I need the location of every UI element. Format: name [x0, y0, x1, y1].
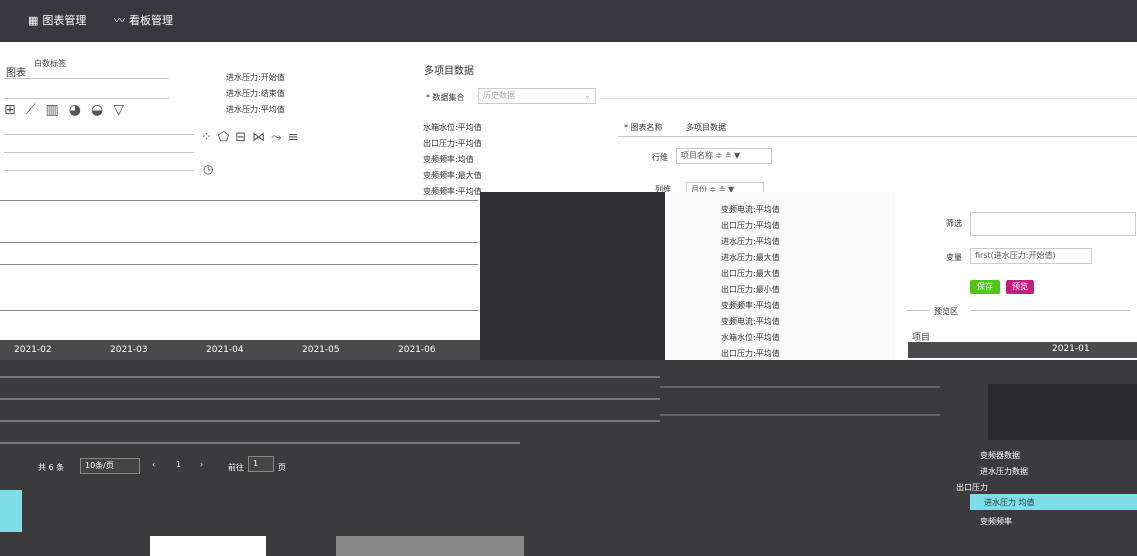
preview-section-label: 预览区 [934, 307, 958, 316]
pager-total: 共 6 条 [38, 463, 65, 472]
chart-type-panel: 图表 白数标签 ⊞⟋▥◕◒▽ [0, 42, 200, 192]
page-number[interactable]: 1 [176, 460, 181, 469]
field-list-3: 变频电流:平均值 出口压力:平均值 进水压力:平均值 进水压力:最大值 出口压力… [665, 192, 895, 367]
grid-icon: ▦ [28, 14, 39, 27]
field-item[interactable]: 水箱水位:平均值 [721, 332, 780, 343]
right-date: 2021-01 [1052, 344, 1090, 354]
row-dim-chip[interactable]: 项目名称 ≑ ≗ ▼ [676, 148, 772, 164]
field-item[interactable]: 出口压力:平均值 [423, 138, 482, 149]
tree-item[interactable]: 变频频率 [980, 516, 1012, 527]
left-highlight [0, 490, 22, 532]
page-unit: 页 [278, 463, 286, 472]
field-item[interactable]: 进水压力:最大值 [721, 252, 780, 263]
top-nav: ▦ 图表管理 〰看板管理 [0, 0, 1137, 44]
field-item[interactable]: 进水压力:开始值 [226, 72, 285, 83]
radar-icon[interactable]: ⬠ [218, 130, 235, 145]
tab-chart-manage[interactable]: ▦ 图表管理 [28, 0, 98, 44]
prev-page-icon[interactable]: ‹ [152, 460, 155, 469]
tab-board-manage[interactable]: 〰看板管理 [114, 0, 184, 42]
filter-input[interactable] [970, 212, 1136, 236]
variable-label: 变量 [946, 253, 962, 262]
goto-label: 前往 [228, 463, 244, 472]
chart-type-icons: ⊞⟋▥◕◒▽ [4, 102, 134, 118]
field-item[interactable]: 进水压力:结束值 [226, 88, 285, 99]
scatter-icon[interactable]: ⁘ [201, 130, 218, 145]
row-dim-label: 行维 [652, 153, 668, 162]
field-item[interactable]: 变频频率:平均值 [423, 186, 482, 197]
chart-label: 图表 [6, 68, 26, 79]
field-item[interactable]: 变频频率:均值 [423, 154, 474, 165]
page-size-select[interactable]: 10条/页 [80, 458, 140, 474]
gauge-icon[interactable]: ◒ [91, 102, 113, 118]
date-col: 2021-04 [206, 345, 244, 355]
field-item[interactable]: 变频频率:平均值 [721, 300, 780, 311]
field-item[interactable]: 水箱水位:平均值 [423, 122, 482, 133]
next-page-icon[interactable]: › [200, 460, 203, 469]
date-col: 2021-02 [14, 345, 52, 355]
field-item[interactable]: 变频电流:平均值 [721, 316, 780, 327]
field-item[interactable]: 进水压力:平均值 [721, 236, 780, 247]
date-col: 2021-05 [302, 345, 340, 355]
preview-button[interactable]: 预览 [1006, 280, 1034, 294]
right-label: 项目 [912, 333, 931, 343]
field-item[interactable]: 出口压力:平均值 [721, 220, 780, 231]
field-item[interactable]: 出口压力:平均值 [721, 348, 780, 359]
date-col: 2021-03 [110, 345, 148, 355]
filter-label: 筛选 [946, 219, 962, 228]
pie-chart-icon[interactable]: ◕ [69, 102, 91, 118]
date-col: 2021-06 [398, 345, 436, 355]
selected-chart[interactable]: 白数标签 [34, 58, 66, 69]
tree-icon[interactable]: ⤳ [271, 130, 287, 145]
chart-name-label: * 图表名称 [624, 123, 663, 132]
more-icons-panel: ⁘⬠⊟⋈⤳≡ ◷ [195, 122, 365, 182]
bowtie-icon[interactable]: ⋈ [252, 130, 271, 145]
dataset-label: * 数据集合 [426, 93, 465, 102]
bar-h-icon[interactable]: ⊟ [235, 130, 252, 145]
main-area: 图表 白数标签 ⊞⟋▥◕◒▽ ⁘⬠⊟⋈⤳≡ ◷ 进水压力:开始值 进水压力:结束… [0, 42, 1137, 556]
tree-item-active[interactable]: 进水压力 均值 [970, 494, 1137, 510]
field-item[interactable]: 变频电流:平均值 [721, 204, 780, 215]
field-item[interactable]: 变频频率:最大值 [423, 170, 482, 181]
field-list-2: 水箱水位:平均值 出口压力:平均值 变频频率:均值 变频频率:最大值 变频频率:… [395, 120, 605, 198]
field-item[interactable]: 出口压力:最小值 [721, 284, 780, 295]
chevron-down-icon: ⌄ [584, 91, 591, 100]
list-icon[interactable]: ≡ [288, 130, 305, 145]
field-item[interactable]: 出口压力:最大值 [721, 268, 780, 279]
bottom-left-box [150, 536, 266, 556]
tree-panel: 变频器数据 进水压力数据 出口压力 进水压力 均值 变频频率 [940, 442, 1137, 552]
save-button[interactable]: 保存 [970, 280, 1000, 294]
variable-input[interactable]: first(进水压力:开始值) [970, 248, 1092, 264]
line-chart-icon[interactable]: ⟋ [26, 102, 46, 118]
table-icon[interactable]: ⊞ [4, 102, 26, 118]
clock-icon[interactable]: ◷ [203, 162, 213, 176]
bar-chart-icon[interactable]: ▥ [46, 102, 69, 118]
dataset-select[interactable]: 历史数据 ⌄ [478, 88, 596, 104]
section-title: 多项目数据 [424, 66, 474, 77]
bottom-mid-box [336, 536, 524, 556]
chart-name-value[interactable]: 多项目数据 [686, 122, 726, 133]
right-table-block [988, 384, 1137, 440]
wave-icon: 〰 [114, 14, 125, 27]
right-date-header [908, 342, 1137, 358]
tree-item[interactable]: 进水压力数据 [980, 466, 1028, 477]
field-item[interactable]: 进水压力:平均值 [226, 104, 285, 115]
goto-input[interactable]: 1 [248, 456, 274, 472]
tree-item[interactable]: 变频器数据 [980, 450, 1020, 461]
funnel-icon[interactable]: ▽ [113, 102, 134, 118]
tree-item[interactable]: 出口压力 [956, 482, 988, 493]
overlay-block [480, 192, 665, 364]
field-list-1: 进水压力:开始值 进水压力:结束值 进水压力:平均值 [198, 70, 308, 120]
extra-icon-row: ⁘⬠⊟⋈⤳≡ [201, 130, 304, 145]
